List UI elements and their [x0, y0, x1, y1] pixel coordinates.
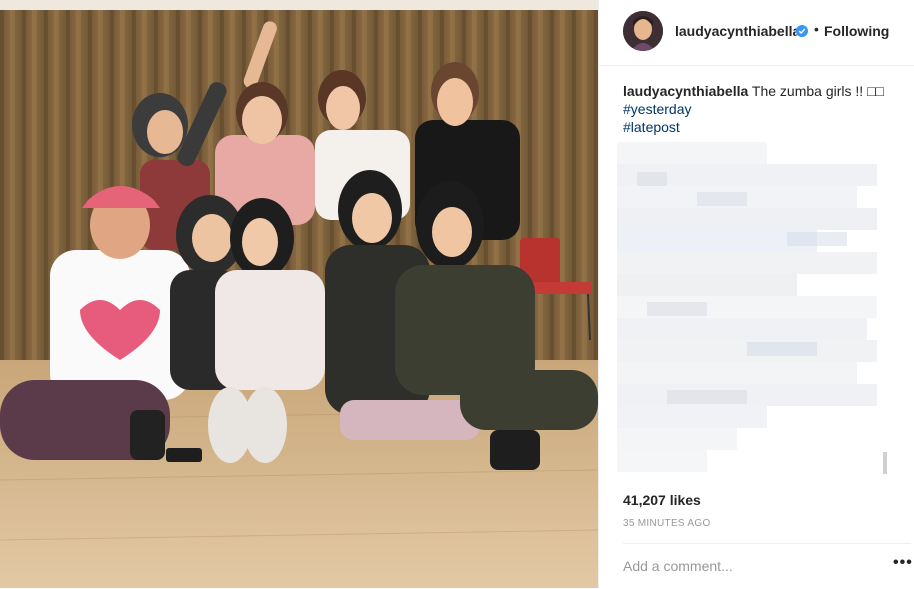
more-options-icon[interactable]: ••• — [893, 554, 913, 572]
likes-count[interactable]: 41,207 likes — [623, 492, 701, 508]
post-username[interactable]: laudyacynthiabella — [675, 23, 800, 39]
comment-bar: ••• — [623, 543, 913, 589]
post-photo[interactable] — [0, 0, 598, 588]
verified-badge-icon — [796, 24, 808, 37]
comment-input[interactable] — [623, 558, 863, 574]
hashtag-link[interactable]: #yesterday — [623, 100, 893, 118]
blurred-comments — [607, 132, 905, 484]
caption-username[interactable]: laudyacynthiabella — [623, 83, 748, 99]
post-caption: laudyacynthiabella The zumba girls !! □□… — [623, 82, 893, 136]
following-button[interactable]: Following — [824, 23, 889, 39]
header-separator: • — [814, 21, 819, 37]
caption-text: The zumba girls !! □□ — [751, 83, 884, 99]
post-timestamp[interactable]: 35 MINUTES AGO — [623, 518, 711, 529]
post-header: laudyacynthiabella • Following — [599, 0, 914, 66]
post-side-panel: laudyacynthiabella • Following laudyacyn… — [598, 0, 914, 588]
avatar[interactable] — [623, 11, 663, 51]
